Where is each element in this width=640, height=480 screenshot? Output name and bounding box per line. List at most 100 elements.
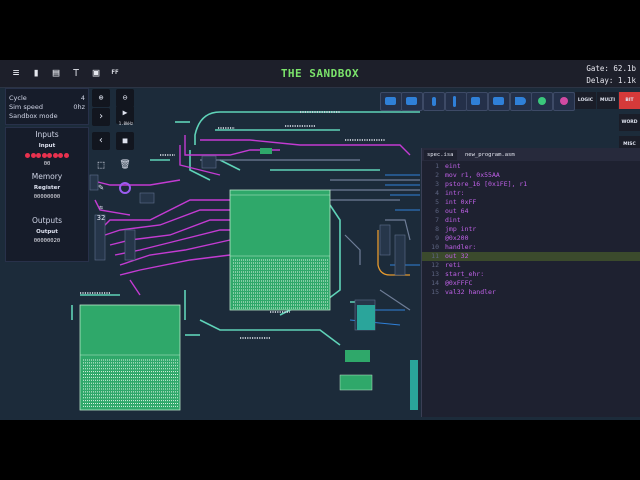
line-number: 12 [431, 261, 439, 269]
step-back-button[interactable]: ‹ [92, 132, 110, 150]
code-text: out 64 [445, 207, 469, 215]
line-number: 9 [435, 234, 439, 242]
component-splitter-button[interactable] [445, 92, 467, 111]
sim-rate: 1.0kHz [118, 121, 134, 126]
code-line[interactable]: 2 mov r1, 0x55AA [422, 171, 640, 180]
sim-speed-value: 0hz [73, 103, 85, 111]
component-buffer-button[interactable] [510, 92, 532, 111]
fast-forward-button[interactable]: FF [108, 66, 122, 80]
document-icon[interactable]: ▤ [49, 66, 63, 80]
zoom-in-icon[interactable]: ⊕ [92, 89, 110, 107]
gate-count: Gate: 62.1b [586, 64, 636, 73]
input-bit-led[interactable] [47, 153, 53, 158]
code-line[interactable]: 9 @0x200 [422, 234, 640, 243]
code-text: @0xFFFC [445, 279, 473, 287]
code-line[interactable]: 11 out 32 [422, 252, 640, 261]
hierarchy-icon[interactable]: ⊤ [69, 66, 83, 80]
green-component-2 [339, 374, 373, 391]
edge-block [410, 360, 418, 410]
input-bit-led[interactable] [36, 153, 42, 158]
category-multi[interactable]: MULTI [597, 92, 618, 109]
input-switches[interactable] [6, 152, 88, 160]
code-line[interactable]: 10 handler: [422, 243, 640, 252]
component-probe-button[interactable] [553, 92, 575, 111]
category-logic[interactable]: LOGIC [575, 92, 596, 109]
input-bit-led[interactable] [41, 153, 47, 158]
component-led-button[interactable] [531, 92, 553, 111]
line-number: 15 [431, 288, 439, 296]
component-bus-button[interactable] [423, 92, 445, 111]
code-text: reti [445, 261, 461, 269]
code-line[interactable]: 12 reti [422, 261, 640, 270]
code-line[interactable]: 5 int 0xFF [422, 198, 640, 207]
component-output-button[interactable] [401, 92, 423, 111]
instruction-chip[interactable] [229, 189, 331, 311]
line-number: 4 [435, 189, 439, 197]
code-text: int 0xFF [445, 198, 477, 206]
code-text: intr: [445, 189, 465, 197]
input-value: 00 [43, 161, 51, 167]
code-line[interactable]: 1 eint [422, 162, 640, 171]
input-bit-led[interactable] [24, 153, 30, 158]
code-line[interactable]: 6 out 64 [422, 207, 640, 216]
input-bit-led[interactable] [58, 153, 64, 158]
input-bit-led[interactable] [64, 153, 70, 158]
step-forward-button[interactable]: › [92, 108, 110, 126]
output-label: Output [36, 229, 58, 235]
line-number: 10 [431, 243, 439, 251]
cycle-label: Cycle [9, 94, 27, 102]
input-label: Input [38, 143, 56, 149]
code-line[interactable]: 3 pstore_16 [0x1FE], r1 [422, 180, 640, 189]
zoom-out-icon[interactable]: ⊖ [116, 89, 134, 107]
code-line[interactable]: 4 intr: [422, 189, 640, 198]
code-text: @0x200 [445, 234, 469, 242]
code-line[interactable]: 7 dint [422, 216, 640, 225]
line-number: 11 [431, 252, 439, 260]
code-text: mov r1, 0x55AA [445, 171, 500, 179]
register-label: Register [33, 185, 61, 191]
code-editor: spec.isa new_program.asm 1 eint 2 mov r1, 0… [421, 148, 640, 417]
bit-width-selector[interactable]: ⇆ 32 [92, 203, 110, 222]
line-number: 6 [435, 207, 439, 215]
sim-speed-label: Sim speed [9, 103, 43, 111]
pencil-icon[interactable]: ✎ [92, 179, 110, 197]
wire-tool-icon[interactable] [116, 179, 134, 197]
info-panel: Cycle 4 Sim speed 0hz Sandbox mode [5, 88, 89, 125]
line-number: 2 [435, 171, 439, 179]
output-value: 00000020 [33, 238, 61, 244]
component-register-button[interactable] [466, 92, 488, 111]
editor-tabs: spec.isa new_program.asm [422, 148, 640, 161]
code-area[interactable]: 1 eint 2 mov r1, 0x55AA 3 pstore_16 [0x1FE], … [422, 162, 640, 412]
select-tool-icon[interactable]: ⬚ [92, 156, 110, 174]
chip-icon[interactable]: ▣ [89, 66, 103, 80]
menu-icon[interactable]: ≡ [9, 66, 23, 80]
delay-count: Delay: 1.1k [586, 76, 636, 85]
sandbox-app: ≡ ▮ ▤ ⊤ ▣ FF THE SANDBOX Gate: 62.1b Del… [0, 60, 640, 420]
component-input-button[interactable] [380, 92, 402, 111]
file-icon[interactable]: ▮ [29, 66, 43, 80]
code-text: dint [445, 216, 461, 224]
memory-title: Memory [31, 172, 63, 181]
input-bit-led[interactable] [52, 153, 58, 158]
code-line[interactable]: 8 jmp intr [422, 225, 640, 234]
code-line[interactable]: 14 @0xFFFC [422, 279, 640, 288]
stop-button[interactable]: ■ [116, 132, 134, 150]
code-text: jmp intr [445, 225, 477, 233]
code-text: pstore_16 [0x1FE], r1 [445, 180, 528, 188]
code-text: handler: [445, 243, 477, 251]
tab-spec-isa[interactable]: spec.isa [424, 150, 457, 160]
component-memory-button[interactable] [488, 92, 510, 111]
outputs-title: Outputs [32, 216, 62, 225]
input-bit-led[interactable] [30, 153, 36, 158]
trash-icon[interactable]: 🗑 [116, 156, 134, 174]
category-word[interactable]: WORD [619, 114, 640, 131]
code-line[interactable]: 13 start_ehr: [422, 270, 640, 279]
code-line[interactable]: 15 val32 handler [422, 288, 640, 297]
tab-new-program[interactable]: new_program.asm [462, 150, 518, 160]
bit-width-value: 32 [96, 214, 106, 222]
cycle-row: Cycle 4 [9, 94, 85, 102]
program-memory-chip[interactable] [79, 304, 181, 411]
category-bit[interactable]: BIT [619, 92, 640, 109]
top-toolbar: ≡ ▮ ▤ ⊤ ▣ FF THE SANDBOX Gate: 62.1b Del… [0, 60, 640, 88]
line-number: 3 [435, 180, 439, 188]
